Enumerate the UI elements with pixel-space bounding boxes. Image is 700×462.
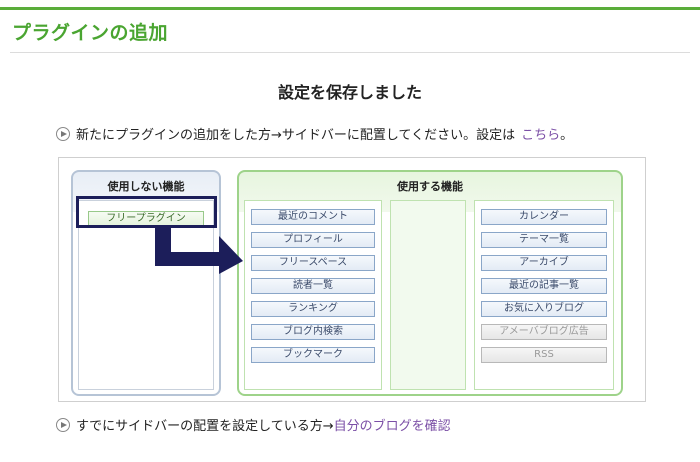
top-accent-bar xyxy=(0,0,700,10)
module-item-disabled: RSS xyxy=(481,347,607,363)
module-item: ブックマーク xyxy=(251,347,375,363)
right-sidebar-column: カレンダー テーマ一覧 アーカイブ 最近の記事一覧 お気に入りブログ アメーバブ… xyxy=(474,200,614,390)
module-item: プロフィール xyxy=(251,232,375,248)
instruction-text-new: 新たにプラグインの追加をした方→サイドバーに配置してください。設定は xyxy=(76,128,516,143)
instruction-line-existing: すでにサイドバーの配置を設定している方→ 自分のブログを確認 xyxy=(56,415,451,434)
module-item: アーカイブ xyxy=(481,255,607,271)
page-heading: プラグインの追加 xyxy=(12,22,169,44)
unused-panel-title: 使用しない機能 xyxy=(107,180,185,193)
play-circle-icon xyxy=(56,417,70,432)
used-features-panel: 使用する機能 最近のコメント プロフィール フリースペース 読者一覧 ランキング… xyxy=(237,170,623,396)
used-panel-title: 使用する機能 xyxy=(397,180,463,193)
heading-divider xyxy=(10,52,690,53)
move-arrow-icon xyxy=(155,228,243,274)
highlight-frame xyxy=(76,196,217,228)
module-item: テーマ一覧 xyxy=(481,232,607,248)
instruction-suffix: 。 xyxy=(560,128,574,143)
module-item: カレンダー xyxy=(481,209,607,225)
module-item: ランキング xyxy=(251,301,375,317)
main-content-column xyxy=(390,200,466,390)
saved-message: 設定を保存しました xyxy=(277,83,422,102)
module-item-disabled: アメーバブログ広告 xyxy=(481,324,607,340)
instruction-line-new: 新たにプラグインの追加をした方→サイドバーに配置してください。設定は こちら 。 xyxy=(56,124,573,143)
module-item: フリースペース xyxy=(251,255,375,271)
module-item: 最近のコメント xyxy=(251,209,375,225)
settings-link[interactable]: こちら xyxy=(521,124,560,143)
sidebar-layout-diagram: 使用しない機能 フリープラグイン 使用する機能 最近のコメント プロフィール フ… xyxy=(58,157,646,402)
module-item: 読者一覧 xyxy=(251,278,375,294)
module-item: ブログ内検索 xyxy=(251,324,375,340)
module-item: お気に入りブログ xyxy=(481,301,607,317)
left-sidebar-column: 最近のコメント プロフィール フリースペース 読者一覧 ランキング ブログ内検索… xyxy=(244,200,382,390)
play-circle-icon xyxy=(56,126,70,141)
instruction-text-existing: すでにサイドバーの配置を設定している方→ xyxy=(76,419,334,434)
module-item: 最近の記事一覧 xyxy=(481,278,607,294)
my-blog-link[interactable]: 自分のブログを確認 xyxy=(334,415,451,434)
